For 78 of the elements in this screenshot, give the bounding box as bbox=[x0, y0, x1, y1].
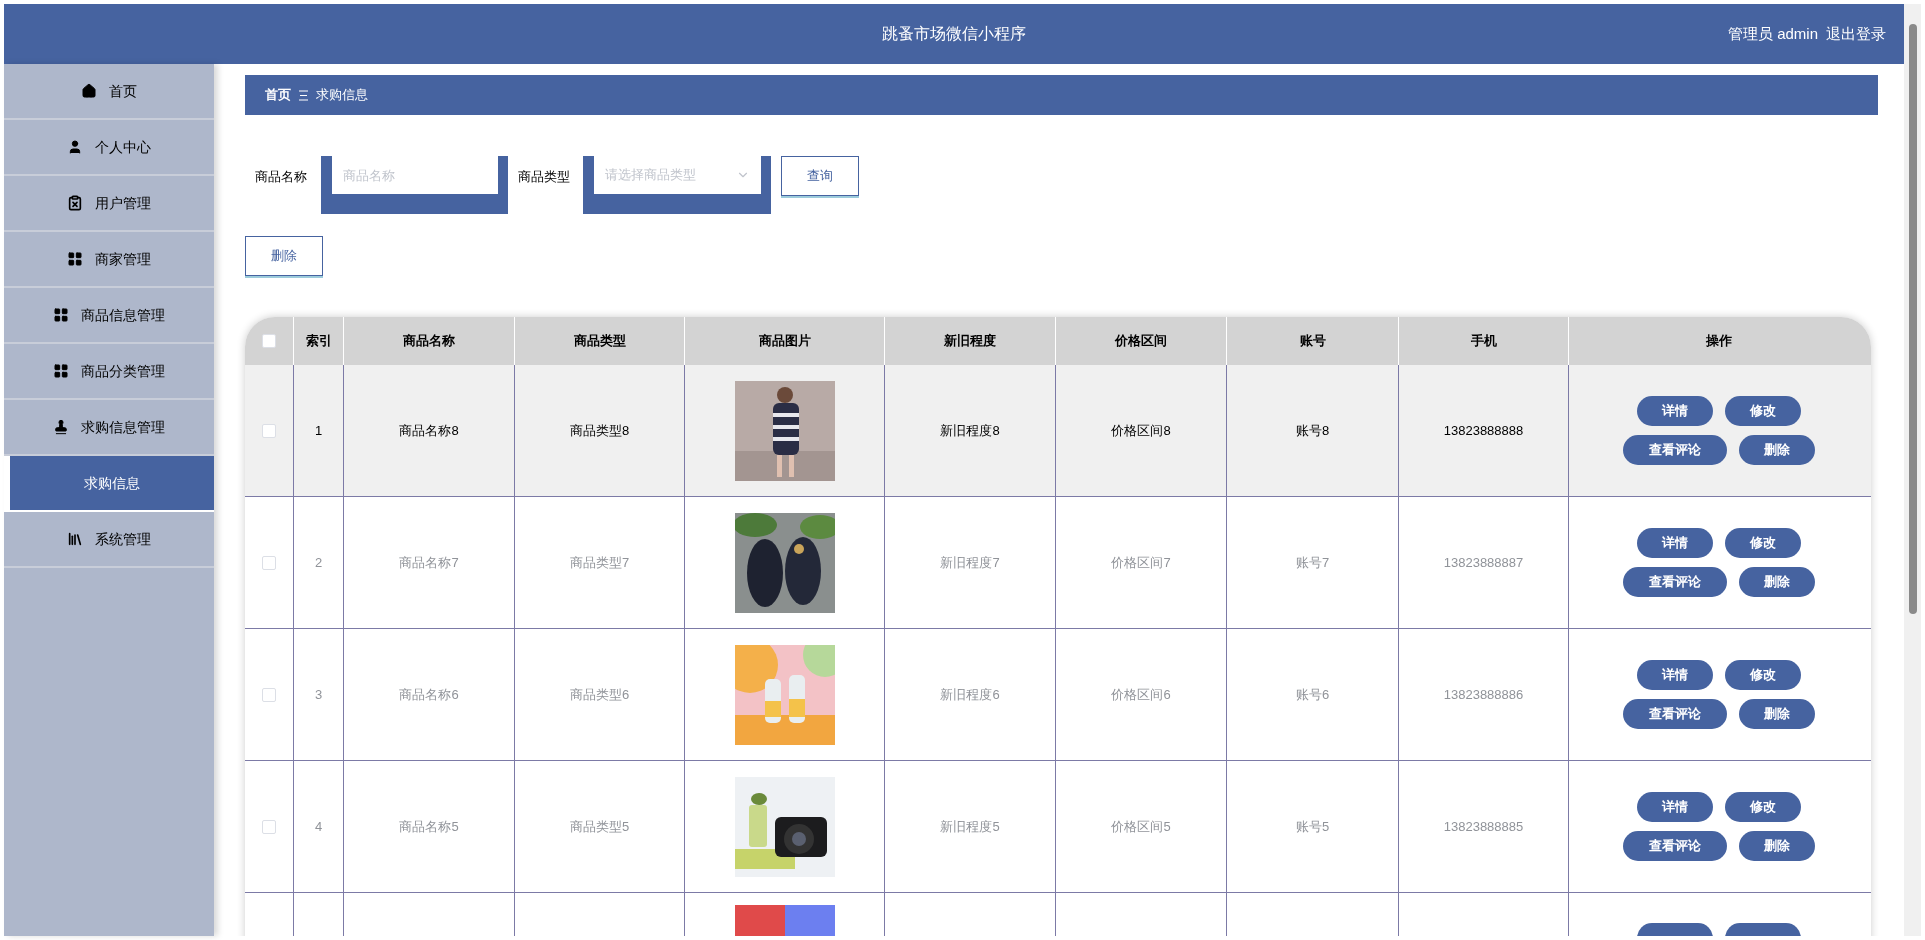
table-cell-text: 13823888885 bbox=[1443, 817, 1524, 836]
checkbox[interactable] bbox=[262, 555, 276, 570]
table-cell-text: 商品名称6 bbox=[399, 685, 459, 704]
delete-button[interactable]: 删除 bbox=[245, 236, 323, 276]
sidebar-item[interactable]: 求购信息 bbox=[4, 456, 214, 512]
table-cell-text: 13823888888 bbox=[1443, 421, 1524, 440]
sidebar-item[interactable]: 个人中心 bbox=[4, 120, 214, 176]
table-cell-text: 价格区间6 bbox=[1111, 685, 1171, 704]
type-label: 商品类型 bbox=[517, 168, 571, 186]
sidebar-item[interactable]: 商品信息管理 bbox=[4, 288, 214, 344]
table-cell-text: 账号7 bbox=[1295, 553, 1330, 572]
action-button[interactable]: 删除 bbox=[1739, 699, 1815, 729]
action-button[interactable]: 删除 bbox=[1739, 567, 1815, 597]
sidebar-item[interactable]: 系统管理 bbox=[4, 512, 214, 568]
table-cell-text: 价格区间5 bbox=[1111, 817, 1171, 836]
grid-icon bbox=[67, 251, 83, 267]
action-button[interactable]: 详情 bbox=[1637, 396, 1713, 426]
app-title: 跳蚤市场微信小程序 bbox=[882, 24, 1026, 44]
table-cell-text: 新旧程度7 bbox=[940, 553, 1000, 572]
grid-icon bbox=[53, 307, 69, 323]
checkbox[interactable] bbox=[262, 423, 276, 438]
table-cell-text: 商品类型7 bbox=[569, 553, 630, 572]
column-header: 操作 bbox=[1705, 332, 1733, 351]
name-field[interactable]: 商品名称 bbox=[321, 156, 508, 214]
table-cell-text: 13823888887 bbox=[1443, 553, 1524, 572]
table-cell-text: 商品类型5 bbox=[569, 817, 630, 836]
action-button[interactable]: 修改 bbox=[1725, 528, 1801, 558]
table-cell-text: 价格区间7 bbox=[1111, 553, 1171, 572]
table-cell-text: 商品名称7 bbox=[399, 553, 459, 572]
table-cell-text: 价格区间8 bbox=[1111, 421, 1171, 440]
table-cell-text: 商品类型6 bbox=[569, 685, 630, 704]
clipboard-icon bbox=[67, 195, 83, 211]
action-button[interactable]: 查看评论 bbox=[1623, 831, 1727, 861]
table-cell-text: 商品名称5 bbox=[399, 817, 459, 836]
action-button[interactable]: 详情 bbox=[1637, 528, 1713, 558]
action-button[interactable]: 详情 bbox=[1637, 792, 1713, 822]
action-button[interactable]: 删除 bbox=[1739, 435, 1815, 465]
table-cell-text: 商品名称8 bbox=[399, 421, 459, 440]
action-button[interactable]: 修改 bbox=[1725, 660, 1801, 690]
checkbox[interactable] bbox=[262, 334, 276, 348]
table-cell-text: 4 bbox=[314, 817, 323, 836]
table-cell-text: 13823888886 bbox=[1443, 685, 1524, 704]
checkbox[interactable] bbox=[262, 819, 276, 834]
scrollbar[interactable] bbox=[1904, 4, 1921, 936]
sidebar-item[interactable]: 商家管理 bbox=[4, 232, 214, 288]
breadcrumb-current: 求购信息 bbox=[316, 86, 368, 105]
separator-icon bbox=[299, 89, 308, 101]
admin-label: 管理员 admin bbox=[1727, 23, 1818, 44]
table-cell-text: 新旧程度6 bbox=[940, 685, 1000, 704]
action-button[interactable]: 查看评论 bbox=[1623, 699, 1727, 729]
books-icon bbox=[67, 531, 83, 547]
name-label: 商品名称 bbox=[254, 168, 308, 186]
sidebar-item[interactable]: 首页 bbox=[4, 64, 214, 120]
table-cell-text: 3 bbox=[314, 685, 323, 704]
table-cell-text: 新旧程度8 bbox=[940, 421, 1000, 440]
sidebar-item[interactable]: 用户管理 bbox=[4, 176, 214, 232]
table-cell-text: 商品类型8 bbox=[569, 421, 630, 440]
action-button[interactable]: 查看评论 bbox=[1623, 567, 1727, 597]
action-button[interactable]: 删除 bbox=[1739, 831, 1815, 861]
checkbox[interactable] bbox=[262, 687, 276, 702]
query-button[interactable]: 查询 bbox=[781, 156, 859, 196]
sidebar-item[interactable]: 商品分类管理 bbox=[4, 344, 214, 400]
action-button[interactable]: 修改 bbox=[1725, 396, 1801, 426]
logout-link[interactable]: 退出登录 bbox=[1826, 22, 1886, 46]
action-button[interactable]: 查看评论 bbox=[1623, 435, 1727, 465]
table-cell-text: 1 bbox=[314, 421, 323, 440]
action-button[interactable]: 修改 bbox=[1725, 792, 1801, 822]
table-cell-text: 新旧程度5 bbox=[940, 817, 1000, 836]
grid-icon bbox=[53, 363, 69, 379]
table-cell-text: 账号8 bbox=[1295, 421, 1330, 440]
home-icon bbox=[81, 83, 97, 99]
table-cell-text: 账号6 bbox=[1295, 685, 1330, 704]
action-button[interactable]: 详情 bbox=[1637, 660, 1713, 690]
user-icon bbox=[67, 139, 83, 155]
breadcrumb-home[interactable]: 首页 bbox=[265, 85, 291, 105]
stamp-icon bbox=[53, 419, 69, 435]
table-cell-text: 账号5 bbox=[1295, 817, 1330, 836]
table-cell-text: 2 bbox=[314, 553, 323, 572]
